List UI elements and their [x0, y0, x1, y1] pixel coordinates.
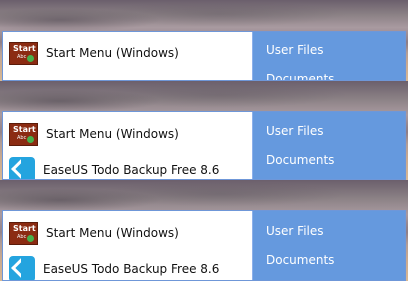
user-files-link[interactable]: User Files: [266, 124, 324, 138]
start-menu-windows-item[interactable]: Start Abc Start Menu (Windows): [9, 40, 179, 66]
start-menu-icon: Start Abc: [9, 221, 38, 245]
programs-column-2: Start Abc Start Menu (Windows) EaseUS To…: [3, 112, 252, 179]
start-menu-icon: Start Abc: [9, 41, 38, 65]
start-icon-status-dot: [27, 135, 34, 143]
start-menu-windows-item[interactable]: Start Abc Start Menu (Windows): [9, 220, 179, 246]
desktop-wallpaper-strip-1: Start Abc Start Menu (Windows) User File…: [0, 0, 408, 81]
stacked-start-menu-screenshot: Start Abc Start Menu (Windows) User File…: [0, 0, 408, 281]
start-icon-text: Start: [13, 223, 36, 233]
easeus-todo-backup-item[interactable]: EaseUS Todo Backup Free 8.6: [9, 157, 220, 179]
start-icon-status-dot: [27, 54, 34, 62]
start-icon-subtext: Abc: [17, 233, 27, 240]
documents-link[interactable]: Documents: [266, 153, 334, 167]
user-files-link[interactable]: User Files: [266, 224, 324, 238]
places-column-3: User Files Documents: [252, 211, 405, 280]
places-column-1: User Files Documents: [252, 32, 405, 80]
start-menu-panel-3: Start Abc Start Menu (Windows) EaseUS To…: [2, 210, 406, 281]
programs-column-3: Start Abc Start Menu (Windows) EaseUS To…: [3, 211, 252, 280]
programs-column-1: Start Abc Start Menu (Windows): [3, 32, 252, 80]
easeus-icon: [9, 256, 35, 280]
desktop-wallpaper-strip-3: Start Abc Start Menu (Windows) EaseUS To…: [0, 180, 408, 281]
user-files-link[interactable]: User Files: [266, 43, 324, 57]
start-icon-status-dot: [27, 234, 34, 242]
easeus-todo-backup-label: EaseUS Todo Backup Free 8.6: [43, 163, 220, 177]
places-column-2: User Files Documents: [252, 112, 405, 179]
start-menu-windows-item[interactable]: Start Abc Start Menu (Windows): [9, 121, 179, 147]
start-menu-windows-label: Start Menu (Windows): [46, 226, 179, 240]
easeus-todo-backup-label: EaseUS Todo Backup Free 8.6: [43, 262, 220, 276]
start-menu-panel-1: Start Abc Start Menu (Windows) User File…: [2, 31, 406, 81]
start-icon-subtext: Abc: [17, 53, 27, 60]
start-menu-windows-label: Start Menu (Windows): [46, 127, 179, 141]
start-icon-subtext: Abc: [17, 134, 27, 141]
documents-link[interactable]: Documents: [266, 72, 334, 80]
start-menu-panel-2: Start Abc Start Menu (Windows) EaseUS To…: [2, 111, 406, 180]
start-icon-text: Start: [13, 124, 36, 134]
easeus-icon: [9, 157, 35, 179]
start-menu-windows-label: Start Menu (Windows): [46, 46, 179, 60]
desktop-wallpaper-strip-2: Start Abc Start Menu (Windows) EaseUS To…: [0, 81, 408, 180]
start-menu-icon: Start Abc: [9, 122, 38, 146]
start-icon-text: Start: [13, 43, 36, 53]
documents-link[interactable]: Documents: [266, 253, 334, 267]
easeus-todo-backup-item[interactable]: EaseUS Todo Backup Free 8.6: [9, 256, 220, 280]
